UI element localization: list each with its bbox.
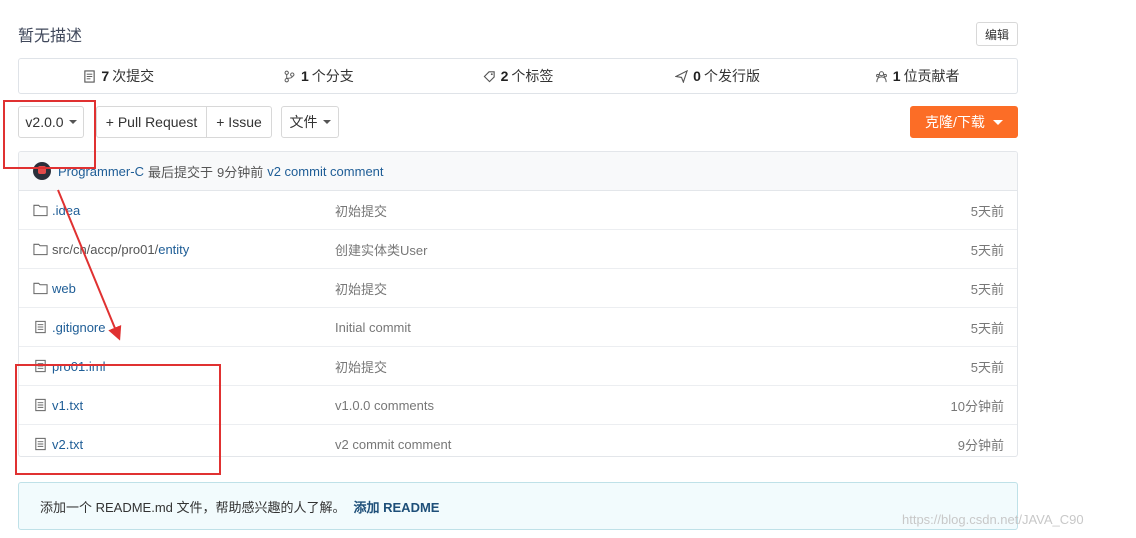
file-commit-message[interactable]: v1.0.0 comments xyxy=(335,398,434,413)
file-menu-button[interactable]: 文件 xyxy=(281,106,339,138)
folder-icon xyxy=(33,204,48,217)
file-row: .idea 初始提交 5天前 xyxy=(19,191,1017,230)
file-path-prefix: src/cn/accp/pro01/ xyxy=(52,241,159,257)
file-commit-message[interactable]: 初始提交 xyxy=(335,357,387,376)
stat-label: 次提交 xyxy=(112,68,155,84)
annotation-box-files xyxy=(15,364,221,475)
tag-icon xyxy=(483,70,495,82)
last-commit-bar: Programmer-C 最后提交于 9分钟前 v2 commit commen… xyxy=(19,152,1017,191)
file-name: .idea xyxy=(52,202,81,218)
commit-time: 9分钟前 xyxy=(216,164,264,180)
file-commit-message[interactable]: v2 commit comment xyxy=(335,437,451,452)
file-icon xyxy=(35,320,46,334)
file-row: web 初始提交 5天前 xyxy=(19,269,1017,308)
stat-count: 0 xyxy=(693,68,701,84)
commit-action: 最后提交于 xyxy=(147,164,213,180)
branch-icon xyxy=(284,70,295,82)
file-row: src/cn/accp/pro01/entity 创建实体类User 5天前 xyxy=(19,230,1017,269)
file-commit-time: 5天前 xyxy=(970,203,1004,219)
file-commit-time: 5天前 xyxy=(970,242,1004,258)
file-name-link[interactable]: src/cn/accp/pro01/entity xyxy=(33,242,189,257)
folder-icon xyxy=(33,282,48,295)
commit-message-link[interactable]: v2 commit comment xyxy=(267,164,383,179)
file-row: .gitignore Initial commit 5天前 xyxy=(19,308,1017,347)
file-commit-time: 10分钟前 xyxy=(950,398,1004,414)
readme-banner: 添加一个 README.md 文件，帮助感兴趣的人了解。 添加 README xyxy=(18,482,1018,530)
file-commit-message[interactable]: 初始提交 xyxy=(335,279,387,298)
stat-label: 个分支 xyxy=(311,68,354,84)
file-menu-label: 文件 xyxy=(289,114,318,130)
edit-description-button[interactable]: 编辑 xyxy=(976,22,1018,46)
clone-label: 克隆/下载 xyxy=(925,114,985,130)
file-commit-time: 5天前 xyxy=(970,281,1004,297)
stat-tags[interactable]: 2 个标签 xyxy=(418,66,618,86)
pull-request-button[interactable]: + Pull Request xyxy=(96,106,207,138)
file-name: web xyxy=(52,280,76,296)
file-name: entity xyxy=(158,241,190,257)
release-icon xyxy=(675,69,689,83)
stat-label: 位贡献者 xyxy=(903,68,960,84)
file-name-link[interactable]: web xyxy=(33,281,76,296)
stat-count: 1 xyxy=(300,68,309,84)
file-commit-message[interactable]: 初始提交 xyxy=(335,201,387,220)
file-commit-message[interactable]: Initial commit xyxy=(335,320,411,335)
stat-count: 2 xyxy=(500,68,509,84)
stat-label: 个标签 xyxy=(511,68,554,84)
file-name-link[interactable]: .idea xyxy=(33,203,80,218)
chevron-down-icon xyxy=(992,119,1003,125)
stat-count: 7 xyxy=(101,68,110,84)
stat-releases[interactable]: 0 个发行版 xyxy=(618,66,818,86)
file-name-link[interactable]: .gitignore xyxy=(33,320,105,335)
file-name: .gitignore xyxy=(52,319,106,335)
commit-icon xyxy=(84,69,96,83)
contributors-icon xyxy=(875,70,887,82)
add-readme-link[interactable]: 添加 README xyxy=(354,497,440,516)
stat-contributors[interactable]: 1 位贡献者 xyxy=(817,66,1017,86)
stat-count: 1 xyxy=(892,68,901,84)
file-commit-time: 5天前 xyxy=(970,320,1004,336)
repo-stats-bar: 7 次提交 1 个分支 2 个标签 0 个发行版 1 位贡献者 xyxy=(18,58,1018,94)
repo-description: 暂无描述 xyxy=(18,28,83,45)
file-commit-time: 5天前 xyxy=(970,359,1004,375)
folder-icon xyxy=(33,243,48,256)
readme-text: 添加一个 README.md 文件，帮助感兴趣的人了解。 xyxy=(40,499,346,515)
stat-commits[interactable]: 7 次提交 xyxy=(19,66,219,86)
watermark-text: https://blog.csdn.net/JAVA_C90 xyxy=(902,512,1084,527)
chevron-down-icon xyxy=(322,120,331,124)
issue-button[interactable]: + Issue xyxy=(206,106,272,138)
annotation-box-branch xyxy=(3,100,96,169)
stat-label: 个发行版 xyxy=(703,68,760,84)
file-commit-time: 9分钟前 xyxy=(957,437,1004,453)
file-commit-message[interactable]: 创建实体类User xyxy=(335,240,427,259)
stat-branches[interactable]: 1 个分支 xyxy=(219,66,419,86)
clone-download-button[interactable]: 克隆/下载 xyxy=(910,106,1018,138)
